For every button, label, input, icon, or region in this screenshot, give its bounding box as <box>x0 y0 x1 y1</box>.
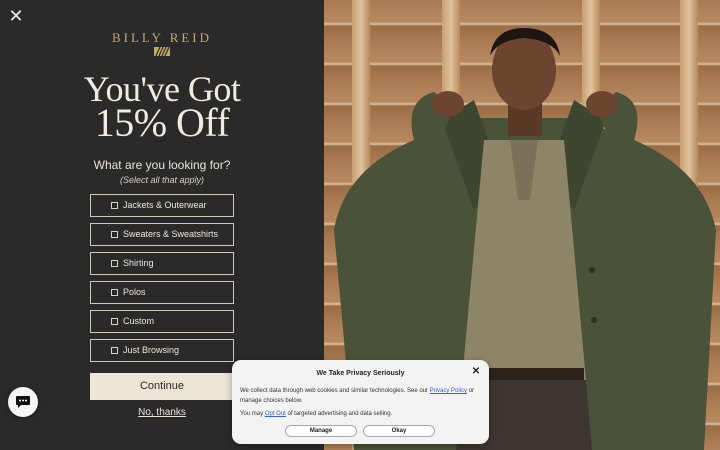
manage-button[interactable]: Manage <box>285 425 357 437</box>
checkbox-custom[interactable] <box>111 318 118 325</box>
checkbox-polos[interactable] <box>111 289 118 296</box>
brand-stripes-icon <box>154 47 170 56</box>
option-custom[interactable]: Custom <box>90 310 234 333</box>
option-label: Shirting <box>123 258 154 268</box>
privacy-close-icon[interactable]: ✕ <box>470 366 482 378</box>
checkbox-jackets[interactable] <box>111 202 118 209</box>
chat-icon <box>16 396 30 408</box>
opt-out-link[interactable]: Opt Out <box>265 411 286 417</box>
option-shirting[interactable]: Shirting <box>90 252 234 275</box>
chat-button[interactable] <box>8 387 38 417</box>
checkbox-just-browsing[interactable] <box>111 347 118 354</box>
privacy-optout-text: You may Opt Out of targeted advertising … <box>240 409 480 419</box>
option-label: Just Browsing <box>123 345 180 355</box>
optout-text-part1: You may <box>240 411 264 417</box>
privacy-text-part1: We collect data through web cookies and … <box>240 388 428 394</box>
hint-text: (Select all that apply) <box>119 175 205 185</box>
okay-button[interactable]: Okay <box>363 425 435 437</box>
checkbox-sweaters[interactable] <box>111 231 118 238</box>
option-just-browsing[interactable]: Just Browsing <box>90 339 234 362</box>
option-label: Polos <box>123 287 146 297</box>
brand-logo: BILLY REID <box>111 30 213 45</box>
checkbox-shirting[interactable] <box>111 260 118 267</box>
option-label: Sweaters & Sweatshirts <box>123 229 219 239</box>
headline-line2: 15% Off <box>94 100 230 145</box>
option-sweaters[interactable]: Sweaters & Sweatshirts <box>90 223 234 246</box>
optout-text-part2: of targeted advertising and data selling… <box>287 411 393 417</box>
close-icon[interactable]: ✕ <box>8 7 24 25</box>
question-text: What are you looking for? <box>93 158 231 172</box>
option-label: Custom <box>123 316 155 326</box>
continue-button[interactable]: Continue <box>90 373 234 400</box>
privacy-policy-link[interactable]: Privacy Policy <box>430 388 467 394</box>
privacy-banner: We Take Privacy Seriously ✕ We collect d… <box>232 360 489 444</box>
privacy-text: We collect data through web cookies and … <box>240 386 480 406</box>
option-jackets[interactable]: Jackets & Outerwear <box>90 194 234 217</box>
option-label: Jackets & Outerwear <box>123 200 207 210</box>
option-polos[interactable]: Polos <box>90 281 234 304</box>
privacy-title: We Take Privacy Seriously <box>316 370 405 377</box>
